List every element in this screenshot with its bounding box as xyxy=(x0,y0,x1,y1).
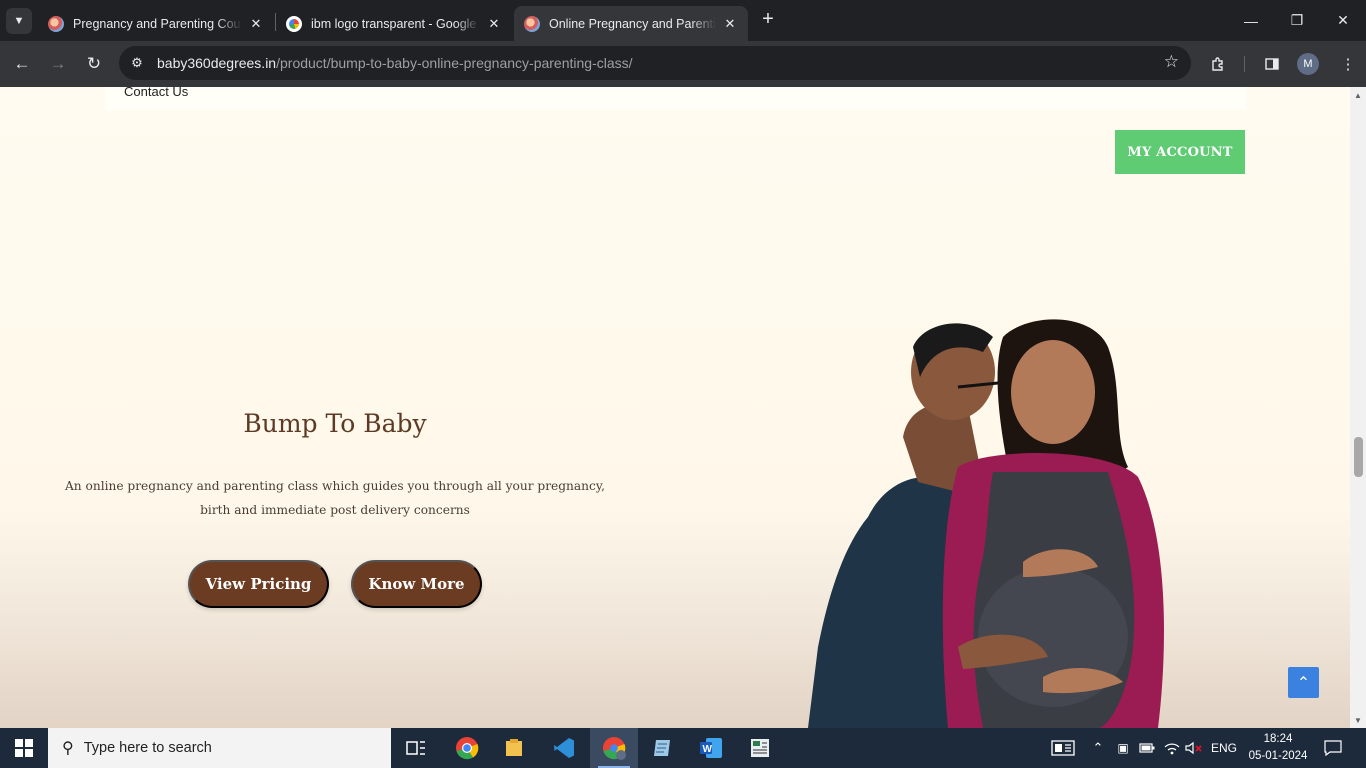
window-close-icon[interactable]: ✕ xyxy=(1320,0,1366,41)
extensions-puzzle-icon[interactable] xyxy=(1204,50,1232,78)
word-icon[interactable]: W xyxy=(687,728,735,768)
bookmark-star-icon[interactable]: ☆ xyxy=(1164,52,1179,72)
tab-title: Pregnancy and Parenting Courses xyxy=(73,16,242,31)
restore-icon[interactable]: ❐ xyxy=(1274,0,1320,41)
task-view-icon[interactable] xyxy=(392,728,440,768)
my-account-button[interactable]: MY ACCOUNT xyxy=(1115,130,1245,174)
nav-menu-card xyxy=(105,87,1246,110)
back-to-top-button[interactable]: ⌃ xyxy=(1288,667,1319,698)
language-indicator[interactable]: ENG xyxy=(1208,728,1240,768)
chevron-up-icon: ⌃ xyxy=(1296,674,1311,692)
chrome-profile-icon[interactable] xyxy=(590,728,638,768)
search-icon: ⚲ xyxy=(62,740,74,757)
kebab-menu-icon[interactable]: ⋮ xyxy=(1334,50,1362,78)
back-arrow-icon[interactable]: ← xyxy=(8,50,36,78)
url-path: /product/bump-to-baby-online-pregnancy-p… xyxy=(276,55,633,71)
network-wifi-icon[interactable] xyxy=(1162,728,1182,768)
tab-close-icon[interactable]: ✕ xyxy=(722,16,738,32)
taskbar-clock[interactable]: 18:24 05-01-2024 xyxy=(1240,731,1316,765)
tab-close-icon[interactable]: ✕ xyxy=(486,16,502,32)
tab-close-icon[interactable]: ✕ xyxy=(248,16,264,32)
hero-description: An online pregnancy and parenting class … xyxy=(64,479,605,517)
tab-google-search[interactable]: ibm logo transparent - Google Search ✕ xyxy=(276,6,512,41)
windows-taskbar: ⚲ Type here to search W ⌃ ▣ ENG 18:24 05… xyxy=(0,728,1366,768)
view-pricing-button[interactable]: View Pricing xyxy=(188,560,329,608)
vscode-icon[interactable] xyxy=(540,728,588,768)
scrollbar-thumb[interactable] xyxy=(1354,437,1363,477)
tab-title: ibm logo transparent - Google Search xyxy=(311,16,480,31)
side-panel-icon[interactable] xyxy=(1258,50,1286,78)
tab-pregnancy-courses[interactable]: Pregnancy and Parenting Courses ✕ xyxy=(38,6,274,41)
address-bar[interactable]: ⚙ baby360degrees.in/product/bump-to-baby… xyxy=(119,46,1191,80)
nav-link-contact-us[interactable]: Contact Us xyxy=(124,87,188,99)
svg-text:W: W xyxy=(703,744,713,755)
baby360-favicon-icon xyxy=(524,15,540,32)
hero-title: Bump To Baby xyxy=(243,409,427,438)
reload-icon[interactable]: ↻ xyxy=(80,50,108,78)
url-text[interactable]: baby360degrees.in/product/bump-to-baby-o… xyxy=(157,55,633,71)
chrome-icon[interactable] xyxy=(443,728,491,768)
scroll-down-arrow-icon[interactable]: ▼ xyxy=(1350,712,1366,728)
calculator-app-icon[interactable] xyxy=(736,728,784,768)
notepad-app-icon[interactable] xyxy=(638,728,686,768)
taskbar-search-box[interactable]: ⚲ Type here to search xyxy=(48,728,391,768)
browser-tab-strip: ▼ Pregnancy and Parenting Courses ✕ ibm … xyxy=(0,0,1366,41)
tab-search-chevron-icon[interactable]: ▼ xyxy=(6,8,32,34)
site-info-tune-icon[interactable]: ⚙ xyxy=(128,54,146,72)
volume-muted-icon[interactable] xyxy=(1184,728,1204,768)
browser-toolbar: ← → ↻ ⚙ baby360degrees.in/product/bump-t… xyxy=(0,41,1366,87)
toolbar-divider xyxy=(1244,56,1245,72)
know-more-button[interactable]: Know More xyxy=(351,560,482,608)
meet-now-icon[interactable]: ▣ xyxy=(1113,728,1133,768)
file-explorer-icon[interactable] xyxy=(491,728,539,768)
forward-arrow-icon[interactable]: → xyxy=(44,50,72,78)
minimize-icon[interactable]: — xyxy=(1228,0,1274,41)
page-scrollbar[interactable]: ▲ ▼ xyxy=(1350,87,1366,728)
clock-time: 18:24 xyxy=(1263,733,1293,745)
woman-face xyxy=(1011,340,1095,444)
tab-title: Online Pregnancy and Parenting Class xyxy=(549,16,716,31)
tab-online-class-active[interactable]: Online Pregnancy and Parenting Class ✕ xyxy=(514,6,748,41)
battery-icon[interactable] xyxy=(1137,728,1157,768)
baby360-favicon-icon xyxy=(48,15,64,32)
notification-center-icon[interactable] xyxy=(1318,728,1348,768)
url-host: baby360degrees.in xyxy=(157,55,277,71)
taskbar-search-placeholder: Type here to search xyxy=(83,740,212,756)
new-tab-plus-icon[interactable]: + xyxy=(757,9,779,31)
scroll-up-arrow-icon[interactable]: ▲ xyxy=(1350,87,1366,103)
clock-date: 05-01-2024 xyxy=(1248,750,1308,762)
show-hidden-icons-chevron-icon[interactable]: ⌃ xyxy=(1088,728,1108,768)
profile-avatar[interactable]: M xyxy=(1297,53,1319,75)
news-widget-icon[interactable] xyxy=(1048,728,1078,768)
page-viewport: Contact Us MY ACCOUNT Bump To Baby An on… xyxy=(0,87,1350,728)
hero-couple-photo xyxy=(808,319,1164,728)
windows-start-icon[interactable] xyxy=(0,728,48,768)
google-favicon-icon xyxy=(286,15,302,32)
